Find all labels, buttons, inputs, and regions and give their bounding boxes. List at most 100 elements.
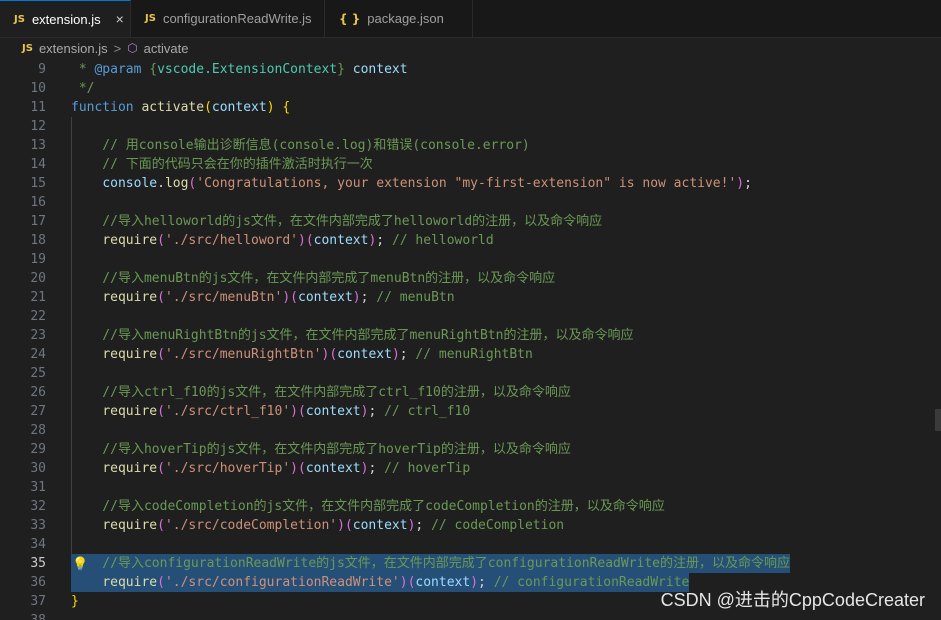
code-text: }: [71, 594, 79, 609]
tab-label: extension.js: [31, 11, 101, 27]
code-line[interactable]: 38: [0, 611, 941, 620]
line-number: 24: [30, 347, 46, 362]
code-line[interactable]: 35 //导入configurationReadWrite的js文件，在文件内部…: [0, 554, 941, 573]
indent-guide: [71, 117, 72, 136]
code-text: function activate(context) {: [71, 100, 291, 115]
code-line[interactable]: 32 //导入codeCompletion的js文件，在文件内部完成了codeC…: [0, 497, 941, 516]
code-line[interactable]: 31: [0, 478, 941, 497]
code-line[interactable]: 17 //导入helloworld的js文件，在文件内部完成了helloworl…: [0, 212, 941, 231]
javascript-file-icon: JS: [14, 13, 25, 25]
code-line[interactable]: 30 require('./src/hoverTip')(context); /…: [0, 459, 941, 478]
code-line[interactable]: 10 */: [0, 79, 941, 98]
watermark: CSDN @进击的CppCodeCreater: [660, 590, 925, 610]
code-line[interactable]: 21 require('./src/menuBtn')(context); //…: [0, 288, 941, 307]
code-text: // 下面的代码只会在你的插件激活时执行一次: [71, 157, 373, 172]
line-number: 22: [30, 309, 46, 324]
line-number: 21: [30, 290, 46, 305]
code-text: require('./src/configurationReadWrite')(…: [71, 573, 690, 592]
line-number: 28: [30, 423, 46, 438]
code-text: //导入configurationReadWrite的js文件，在文件内部完成了…: [71, 554, 790, 573]
code-line[interactable]: 12: [0, 117, 941, 136]
breadcrumb: JS extension.js > ⬡ activate: [0, 38, 941, 58]
indent-guide: [71, 307, 72, 326]
line-number: 27: [30, 404, 46, 419]
line-number: 12: [30, 119, 46, 134]
tab-extension-js[interactable]: JS extension.js ×: [0, 0, 131, 37]
code-line[interactable]: 9 * @param {vscode.ExtensionContext} con…: [0, 60, 941, 79]
scroll-thumb[interactable]: [935, 409, 941, 431]
indent-guide: [71, 364, 72, 383]
code-text: */: [71, 81, 95, 96]
code-text: console.log('Congratulations, your exten…: [102, 176, 752, 191]
code-line[interactable]: 14 // 下面的代码只会在你的插件激活时执行一次: [0, 155, 941, 174]
code-editor[interactable]: 9 * @param {vscode.ExtensionContext} con…: [0, 59, 941, 620]
breadcrumb-symbol[interactable]: activate: [144, 41, 189, 56]
line-number: 14: [30, 157, 46, 172]
tab-label: package.json: [367, 11, 444, 26]
line-number: 10: [30, 81, 46, 96]
code-text: //导入menuBtn的js文件，在文件内部完成了menuBtn的注册，以及命令…: [71, 271, 556, 286]
code-text: // 用console输出诊断信息(console.log)和错误(consol…: [71, 138, 530, 153]
indent-guide: [71, 535, 72, 554]
code-line[interactable]: 19: [0, 250, 941, 269]
scrollbar[interactable]: [927, 59, 941, 620]
line-number: 18: [30, 233, 46, 248]
code-line[interactable]: 25: [0, 364, 941, 383]
line-number: 16: [30, 195, 46, 210]
code-text: require('./src/menuRightBtn')(context); …: [102, 347, 533, 362]
code-line[interactable]: 27 require('./src/ctrl_f10')(context); /…: [0, 402, 941, 421]
code-text: //导入helloworld的js文件，在文件内部完成了helloworld的注…: [71, 214, 603, 229]
code-text: require('./src/ctrl_f10')(context); // c…: [102, 404, 471, 419]
line-number: 26: [30, 385, 46, 400]
lightbulb-icon[interactable]: 💡: [72, 555, 88, 574]
code-text: * @param {vscode.ExtensionContext} conte…: [71, 62, 408, 77]
code-text: require('./src/hoverTip')(context); // h…: [102, 461, 471, 476]
line-number: 37: [30, 594, 46, 609]
code-line[interactable]: 26 //导入ctrl_f10的js文件，在文件内部完成了ctrl_f10的注册…: [0, 383, 941, 402]
line-number: 25: [30, 366, 46, 381]
code-line[interactable]: 20 //导入menuBtn的js文件，在文件内部完成了menuBtn的注册，以…: [0, 269, 941, 288]
indent-guide: [71, 193, 72, 212]
line-number: 31: [30, 480, 46, 495]
code-line[interactable]: 29 //导入hoverTip的js文件，在文件内部完成了hoverTip的注册…: [0, 440, 941, 459]
code-line[interactable]: 22: [0, 307, 941, 326]
line-number: 20: [30, 271, 46, 286]
line-number: 35: [30, 556, 46, 571]
javascript-file-icon: JS: [22, 42, 33, 54]
code-text: //导入hoverTip的js文件，在文件内部完成了hoverTip的注册，以及…: [71, 442, 571, 457]
cube-icon: ⬡: [127, 41, 138, 55]
code-line[interactable]: 11 function activate(context) {: [0, 98, 941, 117]
breadcrumb-separator: >: [113, 40, 122, 56]
code-text: require('./src/helloword')(context); // …: [102, 233, 494, 248]
line-number: 11: [30, 100, 46, 115]
code-text: require('./src/codeCompletion')(context)…: [102, 518, 565, 533]
line-number: 32: [30, 499, 46, 514]
code-line[interactable]: 33 require('./src/codeCompletion')(conte…: [0, 516, 941, 535]
tab-bar: JS extension.js × JS configurationReadWr…: [0, 0, 941, 38]
code-text: require('./src/menuBtn')(context); // me…: [102, 290, 455, 305]
code-line[interactable]: 23 //导入menuRightBtn的js文件，在文件内部完成了menuRig…: [0, 326, 941, 345]
code-line[interactable]: 24 require('./src/menuRightBtn')(context…: [0, 345, 941, 364]
code-line[interactable]: 16: [0, 193, 941, 212]
line-number: 19: [30, 252, 46, 267]
line-number: 30: [30, 461, 46, 476]
indent-guide: [71, 421, 72, 440]
code-line[interactable]: 28: [0, 421, 941, 440]
tab-configurationreadwrite-js[interactable]: JS configurationReadWrite.js: [131, 0, 325, 37]
line-number: 34: [30, 537, 46, 552]
line-number: 17: [30, 214, 46, 229]
breadcrumb-file[interactable]: extension.js: [39, 41, 108, 56]
code-text: //导入codeCompletion的js文件，在文件内部完成了codeComp…: [71, 499, 665, 514]
tab-label: configurationReadWrite.js: [162, 11, 312, 26]
close-icon[interactable]: ×: [116, 11, 124, 27]
json-file-icon: { }: [339, 11, 361, 26]
code-line[interactable]: 18 require('./src/helloword')(context); …: [0, 231, 941, 250]
line-number: 13: [30, 138, 46, 153]
code-line[interactable]: 13 // 用console输出诊断信息(console.log)和错误(con…: [0, 136, 941, 155]
code-line[interactable]: 15 console.log('Congratulations, your ex…: [0, 174, 941, 193]
tab-package-json[interactable]: { } package.json: [325, 0, 473, 37]
indent-guide: [71, 250, 72, 269]
line-number: 36: [30, 575, 46, 590]
javascript-file-icon: JS: [145, 13, 156, 24]
code-line[interactable]: 34: [0, 535, 941, 554]
